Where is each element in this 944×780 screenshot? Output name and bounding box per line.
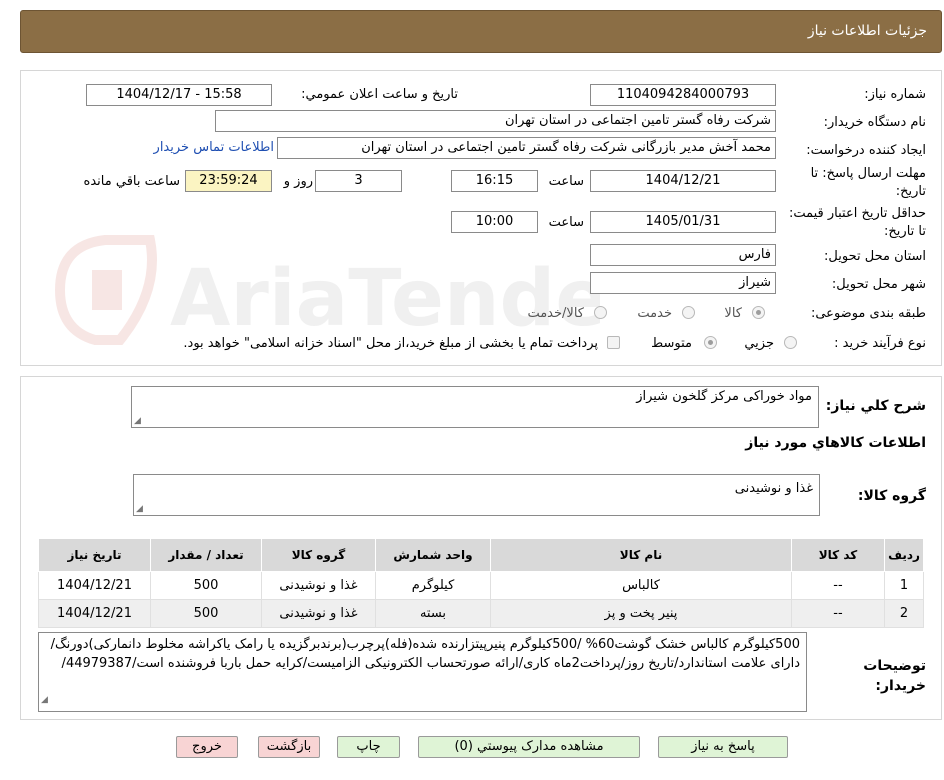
cell-date: 1404/12/21 <box>38 571 151 600</box>
notes-text: 500کیلوگرم کالباس خشک گوشت60% /500کیلوگر… <box>50 637 800 671</box>
cell-row-number: 1 <box>884 571 924 600</box>
items-table-wrapper: رديف کد کالا نام کالا واحد شمارش گروه کا… <box>38 538 924 628</box>
resize-grip-icon: ◢ <box>41 695 48 705</box>
deadline-time-word: ساعت <box>548 174 584 189</box>
days-field: 3 <box>315 170 402 192</box>
print-button[interactable]: چاپ <box>337 736 400 758</box>
cell-unit: کیلوگرم <box>375 571 491 600</box>
deadline-time-field: 16:15 <box>451 170 538 192</box>
resize-grip-icon: ◢ <box>134 416 141 426</box>
city-label: شهر محل تحویل: <box>831 277 926 292</box>
category-radio-service[interactable] <box>682 306 695 319</box>
summary-field: مواد خوراکی مرکز گلخون شیراز ◢ <box>131 386 819 428</box>
need-number-field: 1104094284000793 <box>590 84 776 106</box>
col-header-group: گروه کالا <box>261 538 376 572</box>
validity-time-field: 10:00 <box>451 211 538 233</box>
page-title: جزئیات اطلاعات نیاز <box>807 23 927 39</box>
days-word: روز و <box>283 174 313 189</box>
items-table: رديف کد کالا نام کالا واحد شمارش گروه کا… <box>38 538 924 628</box>
cell-group: غذا و نوشیدنی <box>261 571 376 600</box>
city-field: شیراز <box>590 272 776 294</box>
validity-label: حداقل تاریخ اعتبار قیمت: تا تاریخ: <box>788 206 926 239</box>
col-header-date: تاريخ نياز <box>38 538 151 572</box>
col-header-name: نام کالا <box>490 538 792 572</box>
cell-qty: 500 <box>150 571 262 600</box>
announce-field: 1404/12/17 - 15:58 <box>86 84 272 106</box>
buyer-org-label: نام دستگاه خریدار: <box>823 115 926 130</box>
col-header-qty: تعداد / مقدار <box>150 538 262 572</box>
province-label: استان محل تحویل: <box>824 249 926 264</box>
remaining-word: ساعت باقي مانده <box>83 174 180 189</box>
exit-button[interactable]: خروج <box>176 736 238 758</box>
category-radio-goods[interactable] <box>752 306 765 319</box>
cell-group: غذا و نوشیدنی <box>261 599 376 628</box>
back-button[interactable]: بازگشت <box>258 736 320 758</box>
need-number-label: شماره نیاز: <box>864 87 926 102</box>
validity-time-word: ساعت <box>548 215 584 230</box>
reply-button[interactable]: پاسخ به نیاز <box>658 736 788 758</box>
cell-date: 1404/12/21 <box>38 599 151 628</box>
validity-date-field: 1405/01/31 <box>590 211 776 233</box>
resize-grip-icon: ◢ <box>136 504 143 514</box>
process-radio-minor[interactable] <box>784 336 797 349</box>
page-header: جزئیات اطلاعات نیاز <box>20 10 942 53</box>
attachments-button[interactable]: مشاهده مدارک پیوستي (0) <box>418 736 640 758</box>
requester-label: ایجاد کننده درخواست: <box>806 143 926 158</box>
announce-label: تاریخ و ساعت اعلان عمومي: <box>301 87 458 102</box>
table-header-row: رديف کد کالا نام کالا واحد شمارش گروه کا… <box>38 538 924 572</box>
col-header-row-number: رديف <box>884 538 924 572</box>
group-field: غذا و نوشیدنی ◢ <box>133 474 820 516</box>
group-text: غذا و نوشیدنی <box>734 481 813 496</box>
notes-field: 500کیلوگرم کالباس خشک گوشت60% /500کیلوگر… <box>38 632 807 712</box>
cell-name: کالباس <box>490 571 792 600</box>
notes-label: توضیحات خریدار: <box>863 658 926 694</box>
table-row: 2 -- پنیر پخت و پز بسته غذا و نوشیدنی 50… <box>38 599 924 628</box>
summary-text: مواد خوراکی مرکز گلخون شیراز <box>636 389 812 404</box>
province-field: فارس <box>590 244 776 266</box>
category-label: طبقه بندی موضوعی: <box>810 306 926 321</box>
category-option-service: خدمت <box>637 306 672 321</box>
col-header-unit: واحد شمارش <box>375 538 491 572</box>
process-radio-medium[interactable] <box>704 336 717 349</box>
treasury-checkbox[interactable] <box>607 336 620 349</box>
buyer-contact-link[interactable]: اطلاعات تماس خریدار <box>154 140 274 155</box>
deadline-label: مهلت ارسال پاسخ: تا تاریخ: <box>810 166 926 199</box>
cell-row-number: 2 <box>884 599 924 628</box>
remaining-time-field: 23:59:24 <box>185 170 272 192</box>
category-radio-both[interactable] <box>594 306 607 319</box>
process-option-minor: جزیي <box>744 336 774 351</box>
summary-label: شرح كلي نياز: <box>825 398 926 414</box>
deadline-date-field: 1404/12/21 <box>590 170 776 192</box>
items-heading: اطلاعات کالاهاي مورد نياز <box>745 435 926 451</box>
cell-code: -- <box>791 571 885 600</box>
group-label: گروه کالا: <box>857 488 926 504</box>
category-option-both: کالا/خدمت <box>527 306 584 321</box>
payment-note: پرداخت تمام یا بخشی از مبلغ خرید،از محل … <box>183 336 598 351</box>
buyer-org-field: شرکت رفاه گستر تامین اجتماعی در استان ته… <box>215 110 776 132</box>
cell-code: -- <box>791 599 885 628</box>
process-option-medium: متوسط <box>651 336 692 351</box>
process-label: نوع فرآیند خرید : <box>834 336 926 351</box>
cell-name: پنیر پخت و پز <box>490 599 792 628</box>
cell-qty: 500 <box>150 599 262 628</box>
cell-unit: بسته <box>375 599 491 628</box>
category-option-goods: کالا <box>724 306 742 321</box>
requester-field: محمد آخش مدیر بازرگانی شرکت رفاه گستر تا… <box>277 137 776 159</box>
table-row: 1 -- کالباس کیلوگرم غذا و نوشیدنی 500 14… <box>38 571 924 600</box>
col-header-code: کد کالا <box>791 538 885 572</box>
